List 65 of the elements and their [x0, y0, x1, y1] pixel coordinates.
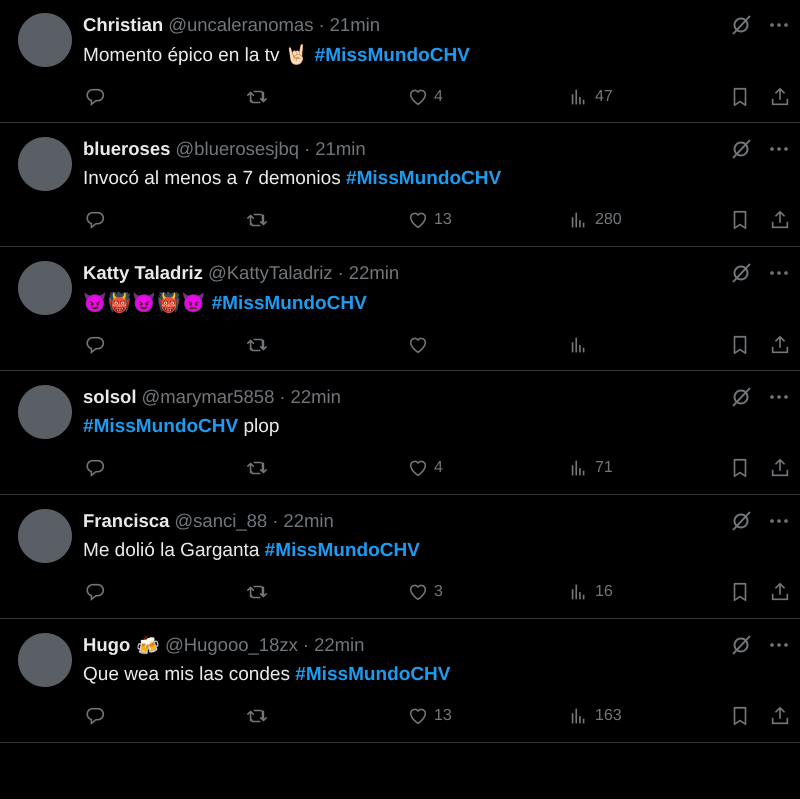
user-handle[interactable]: @bluerosesjbq — [175, 138, 300, 160]
heart-button[interactable]: 4 — [407, 83, 568, 111]
hashtag-link[interactable]: #MissMundoCHV — [346, 168, 502, 189]
tweet-text: Invocó al menos a 7 demonios #MissMundoCHV — [83, 167, 502, 191]
avatar-photo[interactable] — [18, 13, 72, 67]
bar-chart-button[interactable]: 163 — [568, 702, 729, 730]
share-icon — [769, 581, 791, 603]
heart-button[interactable]: 13 — [407, 206, 568, 234]
share-icon — [769, 86, 791, 108]
reply-icon — [85, 705, 107, 727]
share-icon — [769, 705, 791, 727]
share-icon — [769, 334, 791, 356]
avatar-photo[interactable] — [18, 137, 72, 191]
bar-chart-button[interactable]: 47 — [568, 83, 729, 111]
post-time[interactable]: 22min — [314, 634, 364, 656]
reply-icon — [85, 581, 107, 603]
heart-button[interactable]: 4 — [407, 454, 568, 482]
reply-icon — [85, 86, 107, 108]
share-icon — [769, 457, 791, 479]
share-icon — [769, 209, 791, 231]
tweet-text: Que wea mis las condes #MissMundoCHV — [83, 663, 452, 687]
hashtag-link[interactable]: #MissMundoCHV — [295, 664, 450, 685]
post-time[interactable]: 21min — [315, 138, 366, 160]
avatar-photo[interactable] — [18, 509, 72, 563]
display-name[interactable]: Katty Taladriz — [83, 262, 203, 284]
post-time[interactable]: 22min — [290, 386, 341, 408]
tweet-text: 😈👹😈👹👿 #MissMundoCHV — [83, 290, 368, 316]
hashtag-link[interactable]: #MissMundoCHV — [314, 45, 470, 66]
bar-chart-button[interactable]: 16 — [568, 578, 729, 606]
separator-dot: · — [279, 386, 286, 408]
user-handle[interactable]: @KattyTaladriz — [208, 262, 333, 284]
display-name[interactable]: Christian — [83, 14, 164, 36]
separator-dot: · — [304, 138, 310, 160]
reply-icon — [85, 209, 107, 231]
post-time[interactable]: 22min — [283, 510, 334, 532]
user-handle[interactable]: @uncaleranomas — [168, 14, 314, 36]
avatar-photo[interactable] — [18, 385, 72, 439]
name-emoji: 🍻 — [136, 634, 160, 656]
reply-icon — [85, 334, 107, 356]
separator-dot: · — [338, 262, 344, 284]
display-name[interactable]: Hugo — [83, 634, 130, 656]
bar-chart-button[interactable]: 280 — [568, 206, 729, 234]
post-time[interactable]: 22min — [348, 262, 400, 284]
display-name[interactable]: blueroses — [83, 138, 170, 160]
hashtag-link[interactable]: #MissMundoCHV — [264, 540, 420, 561]
separator-dot: · — [318, 14, 325, 36]
heart-button[interactable]: 3 — [407, 578, 568, 606]
post-time[interactable]: 21min — [330, 14, 380, 36]
avatar-photo[interactable] — [18, 633, 72, 687]
separator-dot: · — [272, 510, 278, 532]
avatar-photo[interactable] — [18, 261, 72, 315]
user-handle[interactable]: @sanci_88 — [174, 510, 268, 532]
hashtag-link[interactable]: #MissMundoCHV — [212, 293, 367, 314]
separator-dot: · — [302, 634, 310, 656]
user-handle[interactable]: @Hugooo_18zx — [164, 634, 298, 656]
tweet-text: Momento épico en la tv 🤘🏻 #MissMundoCHV — [83, 42, 471, 68]
reply-icon — [85, 457, 107, 479]
tweet-text: #MissMundoCHV plop — [83, 415, 280, 439]
display-name[interactable]: Francisca — [83, 510, 170, 532]
bar-chart-button[interactable]: 71 — [568, 454, 729, 482]
hashtag-link[interactable]: #MissMundoCHV — [83, 416, 238, 437]
user-handle[interactable]: @marymar5858 — [141, 386, 274, 408]
tweet-text: Me dolió la Garganta #MissMundoCHV — [83, 539, 421, 563]
heart-button[interactable]: 13 — [407, 702, 568, 730]
display-name[interactable]: solsol — [83, 386, 136, 408]
